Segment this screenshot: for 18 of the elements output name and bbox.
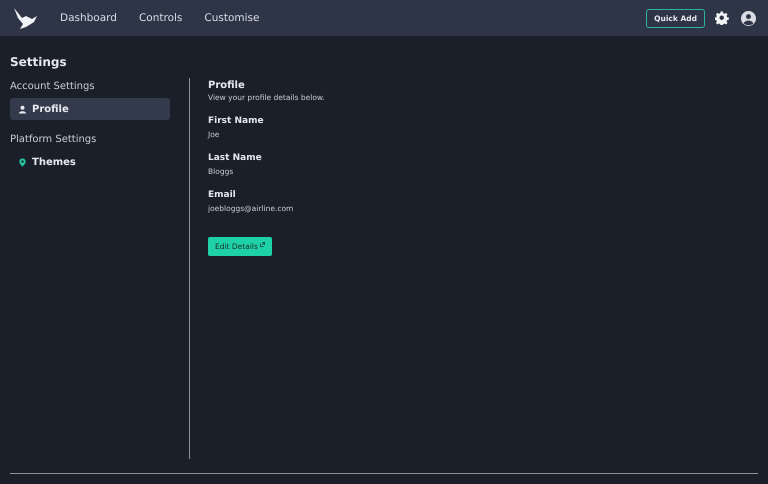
field-label: First Name — [208, 116, 265, 126]
sidebar-item[interactable]: Profile — [10, 98, 170, 120]
settings-icon[interactable] — [715, 11, 729, 25]
avatar-icon[interactable] — [741, 10, 756, 26]
external-link-icon — [260, 242, 265, 247]
sidebar-item[interactable]: Themes — [10, 151, 170, 173]
nav-link[interactable]: Dashboard — [60, 12, 117, 24]
section-title: Profile — [208, 80, 246, 91]
sidebar-heading: Platform Settings — [10, 134, 98, 145]
field-label: Last Name — [208, 153, 263, 163]
nav-link[interactable]: Controls — [138, 12, 182, 24]
page-title: Settings — [10, 55, 68, 69]
location-pin-icon — [18, 158, 27, 166]
field-label: Email — [208, 190, 237, 200]
nav-link[interactable]: Customise — [204, 12, 260, 24]
bird-logo-icon[interactable] — [12, 6, 38, 30]
person-icon — [18, 104, 27, 114]
sidebar-heading: Account Settings — [10, 81, 96, 92]
